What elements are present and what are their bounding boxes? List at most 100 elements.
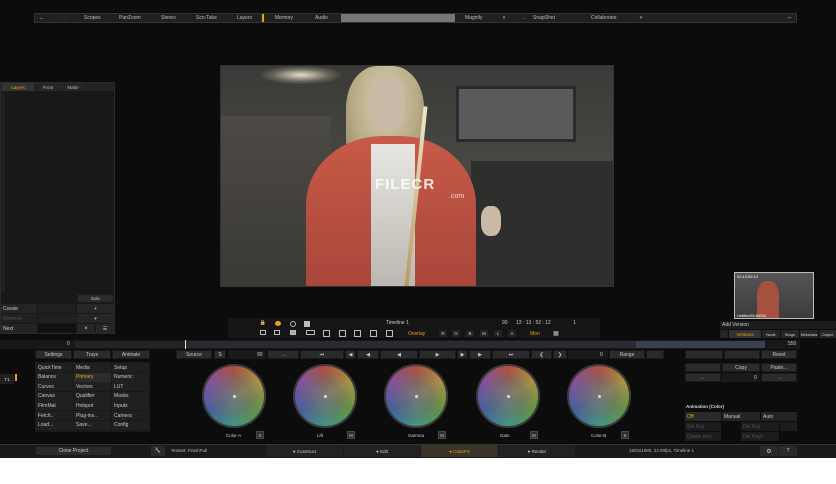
- zoom-out-icon[interactable]: [323, 330, 330, 337]
- menu-stereo[interactable]: Stereo: [161, 15, 176, 21]
- grid-icon[interactable]: [304, 321, 310, 327]
- tab-construct[interactable]: ● Construct: [266, 445, 343, 457]
- tool-numeric[interactable]: Numeric: [112, 372, 149, 382]
- lock-icon[interactable]: 🔒: [259, 319, 267, 327]
- channel-m-button[interactable]: M: [480, 330, 488, 337]
- menu-layers[interactable]: Layers: [237, 15, 252, 21]
- mark-out-button[interactable]: ❯: [553, 350, 567, 359]
- tool-inputs[interactable]: Inputs: [112, 401, 149, 411]
- tab-edit[interactable]: ● Edit: [344, 445, 420, 457]
- source-s-button[interactable]: S: [214, 350, 226, 359]
- zoom-in-icon[interactable]: [339, 330, 346, 337]
- next-frame-button[interactable]: ▶: [457, 350, 468, 359]
- monitor-toggle[interactable]: Mon: [530, 331, 540, 337]
- tab-layers[interactable]: Layers: [2, 83, 34, 91]
- prev-frame-button[interactable]: ◀: [357, 350, 379, 359]
- range-button[interactable]: Range: [609, 350, 645, 359]
- copy-slot-left[interactable]: [685, 363, 721, 372]
- wheel-mode-button[interactable]: S: [256, 431, 264, 439]
- snapshot-icon[interactable]: [275, 321, 281, 326]
- view-split-icon[interactable]: [274, 330, 280, 335]
- tool-balance[interactable]: Balance: [36, 372, 73, 382]
- wrench-icon[interactable]: 🔧: [151, 446, 165, 456]
- tab-output[interactable]: Output: [819, 330, 836, 338]
- paste-button[interactable]: Paste...: [761, 363, 797, 372]
- menu-audio[interactable]: Audio: [315, 15, 328, 21]
- wheel-center-handle[interactable]: [414, 394, 418, 398]
- tool-lut[interactable]: LUT: [112, 382, 149, 392]
- tool-vectors[interactable]: Vectors: [74, 382, 111, 392]
- copy-button[interactable]: Copy: [722, 363, 760, 372]
- gear-icon[interactable]: ⚙: [760, 446, 778, 456]
- viewer-image[interactable]: FILECR .com: [220, 65, 614, 287]
- playhead[interactable]: [185, 340, 186, 349]
- wheel-center-handle[interactable]: [597, 394, 601, 398]
- grid-view-icon[interactable]: ▦: [552, 330, 560, 337]
- redo-button[interactable]: [724, 350, 760, 359]
- tool-qualifier[interactable]: Qualifier: [74, 391, 111, 401]
- channel-r-button[interactable]: R: [439, 330, 447, 337]
- list-icon[interactable]: ☰: [96, 324, 114, 333]
- tool-hotspot[interactable]: Hotspot: [74, 401, 111, 411]
- play-start-button[interactable]: ⏮: [300, 350, 344, 359]
- layers-list-scrollbar[interactable]: [1, 93, 5, 293]
- tab-front[interactable]: Front: [36, 83, 60, 91]
- tab-render[interactable]: ● Render: [499, 445, 575, 457]
- wheel-mode-button[interactable]: M: [438, 431, 446, 439]
- animation-manual[interactable]: Manual: [722, 412, 760, 421]
- delete-key-button[interactable]: Delete Key: [685, 432, 721, 441]
- wheel-mode-button[interactable]: M: [347, 431, 355, 439]
- wheel-mode-button[interactable]: S: [621, 431, 629, 439]
- tab-node[interactable]: Node: [762, 330, 780, 338]
- trays-button[interactable]: Trays: [73, 350, 111, 359]
- magnify-dropdown-icon[interactable]: ▾: [500, 14, 508, 22]
- timeline-frame[interactable]: 90: [502, 320, 508, 326]
- close-icon[interactable]: ×: [77, 324, 95, 333]
- range-toggle-button[interactable]: ←: [646, 350, 664, 359]
- collaborate-dropdown-icon[interactable]: ▾: [637, 14, 645, 22]
- view-mode-icon[interactable]: [260, 330, 266, 335]
- tool-camera[interactable]: Camera: [112, 411, 149, 420]
- tab-stage[interactable]: Stage: [781, 330, 799, 338]
- tool-filmmat[interactable]: FilmMat: [36, 401, 73, 411]
- animate-button[interactable]: Animate: [112, 350, 150, 359]
- set-key-button[interactable]: Set Key: [685, 422, 721, 431]
- guides-icon[interactable]: [386, 330, 393, 337]
- animation-off[interactable]: Off: [685, 412, 721, 421]
- menu-scn-take[interactable]: Scn-Take: [196, 15, 217, 21]
- tool-media[interactable]: Media: [74, 363, 111, 372]
- tool-config[interactable]: Config: [112, 420, 149, 430]
- play-end-button[interactable]: ⏭: [492, 350, 530, 359]
- close-project-button[interactable]: Close Project: [35, 446, 112, 456]
- step-forward-button[interactable]: ▶: [469, 350, 491, 359]
- menu-magnify[interactable]: Magnify: [465, 15, 483, 21]
- reset-button[interactable]: Reset: [761, 350, 797, 359]
- layer-dropdown-icon[interactable]: ▾: [77, 314, 114, 323]
- tab-versions[interactable]: Versions: [729, 330, 761, 338]
- tool-canvas[interactable]: Canvas: [36, 391, 73, 401]
- tool-load[interactable]: Load...: [36, 420, 73, 430]
- wheel-center-handle[interactable]: [232, 394, 236, 398]
- channel-a-button[interactable]: A: [508, 330, 516, 337]
- version-thumbnail[interactable]: 01:13:52:12 Untitled0140000: [734, 272, 814, 319]
- menu-snapshot[interactable]: SnapShot: [533, 15, 555, 21]
- tab-metadata[interactable]: Metadata: [800, 330, 818, 338]
- remove-option-field[interactable]: [38, 314, 76, 323]
- create-option-field[interactable]: [38, 304, 76, 313]
- tool-setup[interactable]: Setup: [112, 363, 149, 372]
- help-button[interactable]: ?: [779, 446, 797, 456]
- view-wipe-icon[interactable]: [290, 330, 296, 335]
- next-button[interactable]: Next: [1, 324, 37, 333]
- menu-panzoom[interactable]: PanZoom: [119, 15, 141, 21]
- tool-plug-ins[interactable]: Plug-ins..: [74, 411, 111, 420]
- minimize-button[interactable]: –: [782, 13, 797, 23]
- timeline-timecode[interactable]: 13 : 13 : 52 : 12: [516, 320, 551, 326]
- wheel-center-handle[interactable]: [323, 394, 327, 398]
- versions-side-icon[interactable]: ⋮: [720, 330, 728, 338]
- key-nav-button[interactable]: [780, 422, 797, 431]
- reverse-play-button[interactable]: ◀: [380, 350, 418, 359]
- tool-masks[interactable]: Masks: [112, 391, 149, 401]
- snapshot-prev-icon[interactable]: →: [520, 14, 528, 22]
- del-keys-button[interactable]: Del Keys: [741, 432, 779, 441]
- menu-scopes[interactable]: Scopes: [84, 15, 101, 21]
